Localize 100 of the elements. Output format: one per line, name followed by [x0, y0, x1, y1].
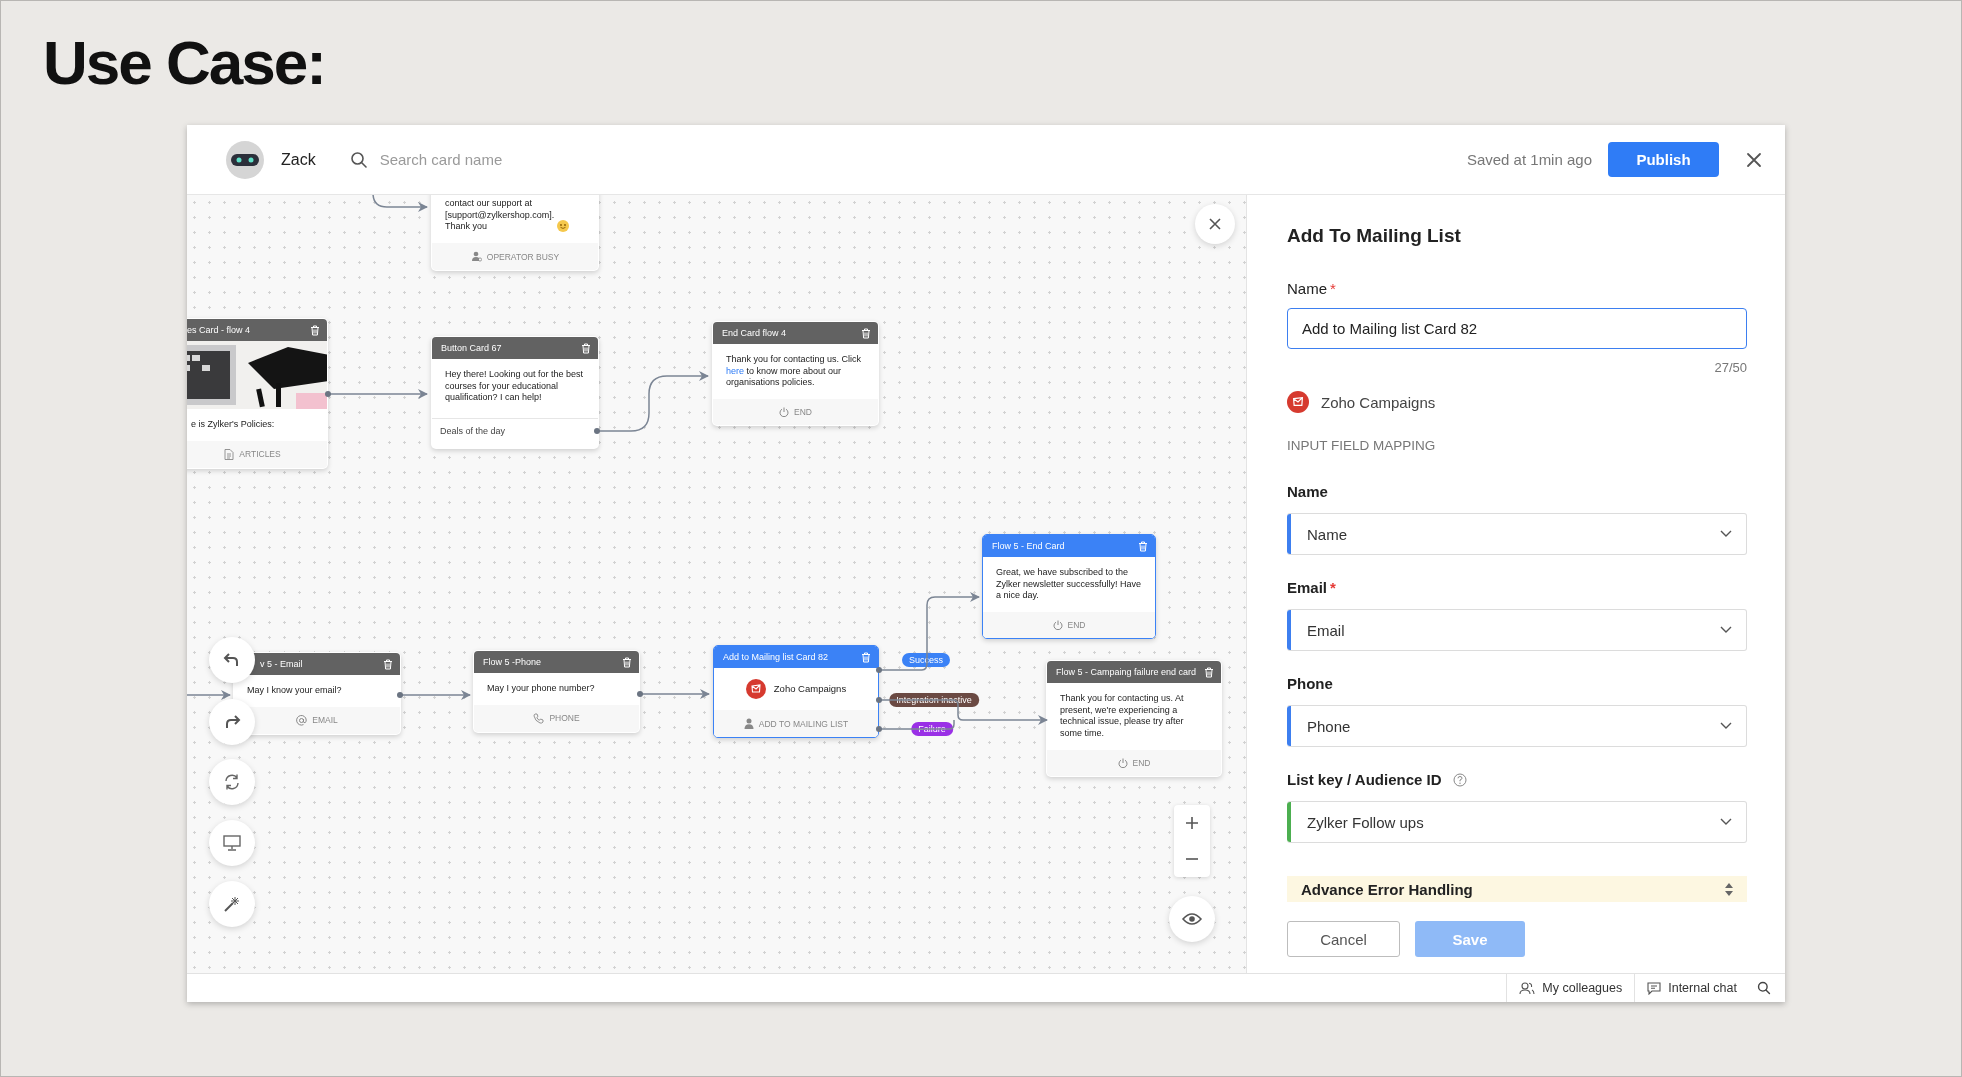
magic-wand-button[interactable] — [209, 881, 255, 927]
service-name: Zoho Campaigns — [773, 682, 847, 696]
connector-port[interactable] — [397, 692, 403, 698]
card-title: Add to Mailing list Card 82 — [723, 652, 829, 662]
chevron-down-icon — [1720, 530, 1732, 538]
close-button[interactable] — [1195, 204, 1235, 244]
card-title: Flow 5 - Campaing failure end card — [1056, 667, 1197, 677]
chat-icon — [1647, 981, 1662, 995]
flow-card[interactable]: Flow 5 -Phone May I your phone number? PHONE — [473, 650, 640, 733]
mapping-dropdown[interactable]: Email — [1287, 609, 1747, 651]
trash-icon[interactable] — [1204, 666, 1214, 678]
required-mark: * — [1330, 280, 1336, 297]
connector-port[interactable] — [594, 428, 600, 434]
undo-button[interactable] — [209, 637, 255, 683]
mapping-dropdown[interactable]: Phone — [1287, 705, 1747, 747]
card-link[interactable]: here — [726, 365, 744, 376]
name-input-field[interactable]: Add to Mailing list Card 82 — [1287, 308, 1747, 349]
redo-icon — [223, 714, 241, 730]
connector-port[interactable] — [876, 697, 882, 703]
preview-eye-button[interactable] — [1169, 896, 1215, 942]
publish-button[interactable]: Publish — [1608, 142, 1719, 177]
search-field[interactable]: Search card name — [377, 150, 642, 169]
plus-icon — [1186, 817, 1198, 829]
redo-button[interactable] — [209, 699, 255, 745]
card-option[interactable]: Deals of the day — [432, 418, 598, 449]
trash-icon[interactable] — [622, 656, 632, 668]
flow-card[interactable]: Add to Mailing list Card 82 Zoho Campaigns ADD TO MAILING LIST — [713, 645, 879, 738]
person-icon — [470, 251, 482, 263]
chat-link[interactable]: Internal chat — [1634, 974, 1749, 1002]
trash-icon[interactable] — [310, 324, 320, 336]
chevron-down-icon — [1720, 818, 1732, 826]
card-message: Thank you for contacting us. Click here to know more about our organisations policies. — [726, 354, 862, 388]
flow-card[interactable]: Flow 5 - End Card Great, we have subscribed to the Zylker newsletter successfully! Have a nice day. END — [982, 534, 1156, 640]
flow-card[interactable]: End Card flow 4 Thank you for contacting us. Click here to know more about our organisations policies. END — [712, 321, 879, 427]
colleagues-link[interactable]: My colleagues — [1506, 974, 1635, 1002]
connector-port[interactable] — [325, 391, 331, 397]
field-label: List key / Audience ID — [1287, 771, 1442, 788]
connector-port[interactable] — [637, 691, 643, 697]
bot-name: Zack — [281, 150, 316, 169]
flow-card[interactable]: es Card - flow 4 e is Zylker's Policies: ARTICLES — [187, 318, 328, 469]
flow-card[interactable]: contact our support at [support@zylkershop.com]. Thank you OPERATOR BUSY — [431, 195, 599, 272]
edge-label: Success — [902, 653, 950, 667]
trash-icon[interactable] — [861, 651, 871, 663]
refresh-icon — [223, 773, 241, 791]
eye-icon — [1182, 912, 1202, 926]
mapping-dropdown[interactable]: Name — [1287, 513, 1747, 555]
connector-arrow — [372, 195, 428, 212]
connector-arrow — [187, 690, 231, 700]
card-type-label: ARTICLES — [239, 449, 281, 460]
trash-icon[interactable] — [383, 658, 393, 670]
power-icon — [779, 407, 789, 418]
card-message: Hey there! Looking out for the best courses for your educational qualification? I can help! — [445, 369, 584, 403]
document-icon — [224, 448, 235, 460]
power-icon — [1117, 757, 1128, 768]
flow-card[interactable]: Button Card 67 Hey there! Looking out for the best courses for your educational qualification? I can help! Deals of the day — [431, 336, 599, 450]
card-message: Thank you for contacting us. At present, we're experiencing a technical issue, please try after some time. — [1060, 693, 1184, 739]
card-title: es Card - flow 4 — [187, 325, 251, 335]
card-title: Flow 5 - End Card — [992, 541, 1065, 551]
card-type-label: END — [794, 407, 812, 418]
card-type-label: EMAIL — [312, 715, 338, 726]
field-label: Name — [1287, 280, 1327, 297]
card-type-label: PHONE — [549, 713, 580, 724]
card-title: v 5 - Email — [260, 659, 303, 669]
search-icon[interactable] — [1757, 981, 1771, 995]
character-counter: 27/50 — [1714, 360, 1747, 375]
refresh-button[interactable] — [209, 759, 255, 805]
magic-wand-icon — [223, 895, 241, 913]
search-icon[interactable] — [349, 150, 368, 169]
trash-icon[interactable] — [861, 327, 871, 339]
card-title: Button Card 67 — [441, 343, 502, 353]
save-status: Saved at 1min ago — [1466, 151, 1592, 168]
connector-port[interactable] — [876, 667, 882, 673]
undo-icon — [223, 652, 241, 668]
connector-port[interactable] — [876, 726, 882, 732]
card-type-label: OPERATOR BUSY — [486, 251, 560, 262]
required-mark: * — [1330, 579, 1336, 596]
section-label: INPUT FIELD MAPPING — [1287, 438, 1437, 453]
close-icon[interactable] — [1745, 150, 1763, 169]
campaign-logo-icon — [1287, 391, 1309, 413]
flow-card[interactable]: v 5 - Email May I know your email? EMAIL — [233, 652, 401, 735]
trash-icon[interactable] — [581, 342, 591, 354]
cancel-button[interactable]: Cancel — [1287, 921, 1400, 957]
integration-name: Zoho Campaigns — [1321, 393, 1436, 411]
preview-button[interactable] — [209, 820, 255, 866]
field-label: Phone — [1287, 675, 1333, 692]
close-icon — [1208, 217, 1222, 231]
card-message: e is Zylker's Policies: — [191, 419, 275, 429]
campaign-logo-icon — [745, 679, 766, 699]
card-type-label: END — [1132, 757, 1151, 768]
mapping-dropdown[interactable]: Zylker Follow ups — [1287, 801, 1747, 843]
robot-avatar — [225, 139, 265, 180]
flow-card[interactable]: Flow 5 - Campaing failure end card Thank you for contacting us. At present, we're experiencing a technical issue, please try after some time. END — [1046, 660, 1222, 777]
advanced-section-header[interactable]: Advance Error Handling — [1287, 876, 1747, 902]
help-icon[interactable] — [1452, 772, 1467, 787]
trash-icon[interactable] — [1138, 540, 1148, 552]
card-type-label: ADD TO MAILING LIST — [758, 718, 849, 729]
card-title: Flow 5 -Phone — [483, 657, 542, 667]
card-title: End Card flow 4 — [722, 328, 787, 338]
field-label: Name — [1287, 483, 1328, 500]
people-icon — [1519, 981, 1536, 995]
